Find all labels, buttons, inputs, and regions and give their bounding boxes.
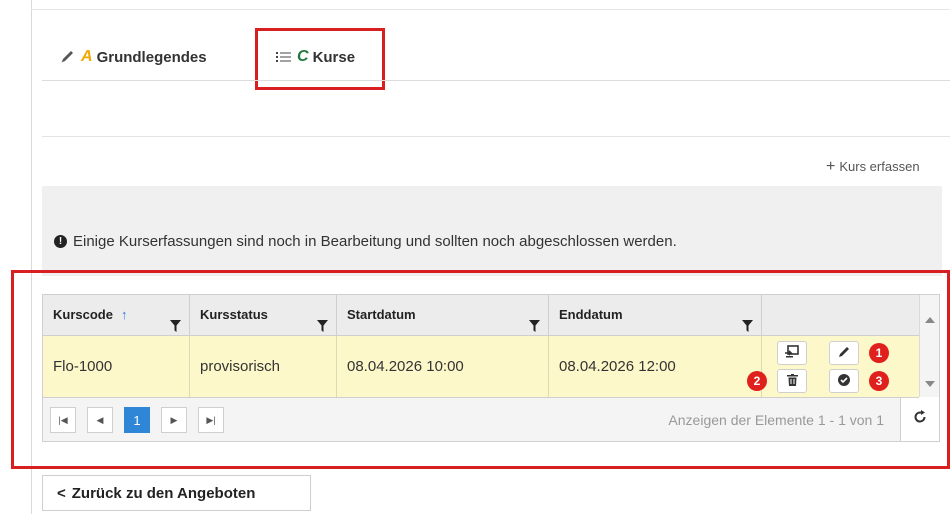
tab-grundlegendes[interactable]: A Grundlegendes	[60, 42, 207, 72]
alert-text: Einige Kurserfassungen sind noch in Bear…	[73, 233, 677, 250]
plus-icon: +	[826, 158, 836, 175]
chevron-left-icon: <	[57, 484, 66, 502]
add-course-link[interactable]: + Kurs erfassen	[826, 158, 920, 176]
back-label: Zurück zu den Angeboten	[71, 484, 256, 502]
exclamation-icon: !	[54, 235, 67, 248]
section-divider	[42, 136, 950, 137]
tab-divider	[42, 80, 950, 81]
add-course-label: Kurs erfassen	[839, 159, 920, 174]
pencil-icon	[60, 50, 76, 64]
back-to-offers-button[interactable]: < Zurück zu den Angeboten	[42, 475, 311, 511]
grid-highlight-frame	[11, 270, 950, 469]
top-border-line	[31, 9, 950, 10]
info-alert: ! Einige Kurserfassungen sind noch in Be…	[42, 186, 942, 276]
tab-letter-a: A	[81, 48, 93, 65]
tab-label: Grundlegendes	[96, 48, 207, 66]
alert-message: ! Einige Kurserfassungen sind noch in Be…	[54, 233, 677, 250]
